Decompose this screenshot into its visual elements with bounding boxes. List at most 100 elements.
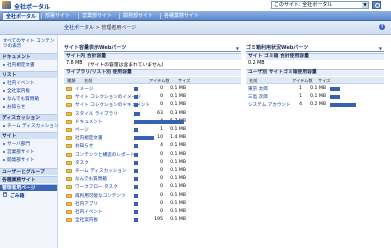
user-row: 東京 太郎 1 0.1 MB (246, 85, 384, 93)
col-name: 名前 (84, 78, 93, 83)
site-logo-icon (2, 1, 11, 9)
item-count: 0 (160, 209, 163, 214)
item-size: 1.4 MB (170, 135, 186, 141)
nav-item-server-dept[interactable]: サーバ部門 (3, 141, 30, 147)
library-row: 社内イベント 0 0.1 MB (64, 208, 241, 216)
item-count: 4 (299, 102, 302, 108)
usage-bar (330, 95, 340, 100)
search-icon[interactable] (372, 1, 381, 9)
nav-item-qa[interactable]: なんでも質問箱 (3, 96, 39, 102)
tab-department[interactable]: 部署サイト (42, 12, 73, 20)
folder-icon (66, 218, 72, 223)
library-name-link[interactable]: 再利用可能なコンテンツ (75, 193, 126, 199)
library-name-link[interactable]: チーム ディスカッション (75, 168, 127, 174)
library-row: 社内アプリ 0 0.1 MB (64, 200, 241, 208)
item-count: 63 (157, 110, 163, 116)
item-size: 0.1 MB (310, 94, 326, 100)
breadcrumb-root[interactable]: 全社ポータル (64, 25, 94, 31)
item-size: 0.1 MB (170, 159, 186, 165)
tab-sales[interactable]: 営業部サイト (79, 12, 115, 20)
bullet-icon (3, 158, 5, 161)
item-size: 0.1 MB (170, 151, 186, 157)
item-size: 0.2 MB (310, 102, 326, 108)
item-count: 0 (160, 200, 163, 206)
item-size: 0.1 MB (170, 86, 186, 91)
nav-item-events[interactable]: 社内イベント (3, 80, 35, 86)
tab-development[interactable]: 開発部サイト (120, 12, 156, 20)
col-type: 種類 (67, 78, 76, 83)
webpart-menu-icon[interactable]: ▼ (236, 45, 239, 52)
item-count: 10 (157, 135, 163, 141)
tab-portal[interactable]: 全社ポータル (2, 12, 41, 20)
nav-heading-documents[interactable]: ドキュメント (0, 53, 57, 60)
nav-heading-lists[interactable]: リスト (0, 71, 57, 78)
library-row: コンテンツと構造のレポート 0 0.1 MB (64, 151, 241, 159)
user-name-link[interactable]: 東京 太郎 (248, 86, 268, 92)
all-site-content-link[interactable]: すべてのサイト コンテンツの表示 (3, 39, 57, 49)
library-name-link[interactable]: サイト コレクションのドキュメント (75, 102, 150, 108)
item-count: 0 (160, 192, 163, 198)
library-name-link[interactable]: なんでも質問箱 (75, 176, 107, 182)
library-row: ページ 1 0.1 MB (64, 126, 241, 134)
library-row: サイト コレクションのドキュメント 0 0.1 MB (64, 101, 241, 109)
search-scope-select[interactable]: このサイト: 全社ポータル ▼ (271, 1, 369, 9)
nav-item-policy-docs[interactable]: 社内規定文書 (3, 62, 35, 68)
library-name-link[interactable]: 社内イベント (75, 209, 103, 215)
nav-item-dev-site[interactable]: 開発部サイト (3, 157, 35, 163)
site-usage-webpart-title: サイト容量表示Webパーツ ▼ (64, 45, 241, 52)
library-name-link[interactable]: ワークフロー タスク (75, 184, 118, 190)
library-name-link[interactable]: ドキュメント (75, 119, 103, 125)
user-name-link[interactable]: 三島 次郎 (248, 94, 268, 100)
nav-item-news[interactable]: お知らせ (3, 104, 25, 110)
library-name-link[interactable]: タスク (75, 160, 89, 166)
tab-business[interactable]: 各種業務サイト (161, 12, 202, 20)
item-size: 0.1 MB (170, 143, 186, 149)
library-name-link[interactable]: サイト コレクションのイメージ (75, 94, 141, 100)
item-count: 4 (160, 143, 163, 149)
library-name-link[interactable]: スタイル ライブラリ (75, 111, 118, 117)
site-title[interactable]: 全社ポータル (14, 2, 50, 11)
bullet-icon (3, 142, 5, 145)
item-size: 0.1 MB (170, 192, 186, 198)
usage-bar (134, 160, 138, 165)
nav-heading-admin-page[interactable]: 管理者用ページ (0, 184, 57, 191)
webpart-menu-icon[interactable]: ▼ (379, 45, 382, 52)
nav-heading-discussions[interactable]: ディスカッション (0, 114, 57, 121)
help-icon[interactable]: ? (379, 24, 385, 30)
library-name-link[interactable]: ページ (75, 127, 89, 133)
library-name-link[interactable]: 全社案内板 (75, 217, 98, 223)
folder-icon (66, 177, 72, 182)
library-name-link[interactable]: 社内アプリ (75, 201, 98, 207)
recycle-total-value: 0.2 MB (248, 61, 265, 66)
library-name-link[interactable]: イメージ (75, 86, 93, 92)
nav-item-sales-site[interactable]: 営業部サイト (3, 149, 35, 155)
library-name-link[interactable]: 社内規定文書 (75, 135, 103, 141)
library-row: 社内規定文書 10 1.4 MB (64, 134, 241, 142)
usage-bar (134, 210, 138, 214)
item-size: 0.1 MB (170, 184, 186, 190)
library-name-link[interactable]: お知らせ (75, 143, 93, 149)
nav-item-bulletin[interactable]: 全社案内板 (3, 88, 30, 94)
item-count: 0 (160, 168, 163, 173)
usage-bar (330, 103, 356, 108)
item-size: 0.1 MB (170, 209, 186, 214)
library-usage-heading: ライブラリ/リスト別 使用容量 (64, 69, 241, 76)
chevron-down-icon: ▼ (362, 2, 368, 8)
bullet-icon (3, 150, 5, 153)
nav-heading-business-sites[interactable]: 各種業務サイト (0, 176, 57, 183)
col-item-count: アイテム数 (149, 78, 170, 83)
folder-icon (66, 144, 72, 149)
recycle-bin-link[interactable]: ごみ箱 (10, 192, 24, 199)
nav-heading-users-groups[interactable]: ユーザーとグループ (0, 168, 57, 175)
nav-item-team-discussion[interactable]: チーム ディスカッション (3, 123, 59, 129)
col-item-count: アイテム数 (292, 78, 313, 83)
usage-bar (134, 95, 138, 100)
nav-heading-sites[interactable]: サイト (0, 132, 57, 139)
bullet-icon (3, 89, 5, 92)
user-name-link[interactable]: システム アカウント (248, 102, 291, 108)
usage-bar (330, 87, 340, 91)
item-count: 1 (299, 94, 302, 100)
library-row: ワークフロー タスク 0 0.1 MB (64, 183, 241, 191)
library-name-link[interactable]: コンテンツと構造のレポート (75, 152, 135, 158)
usage-bar (134, 119, 184, 124)
